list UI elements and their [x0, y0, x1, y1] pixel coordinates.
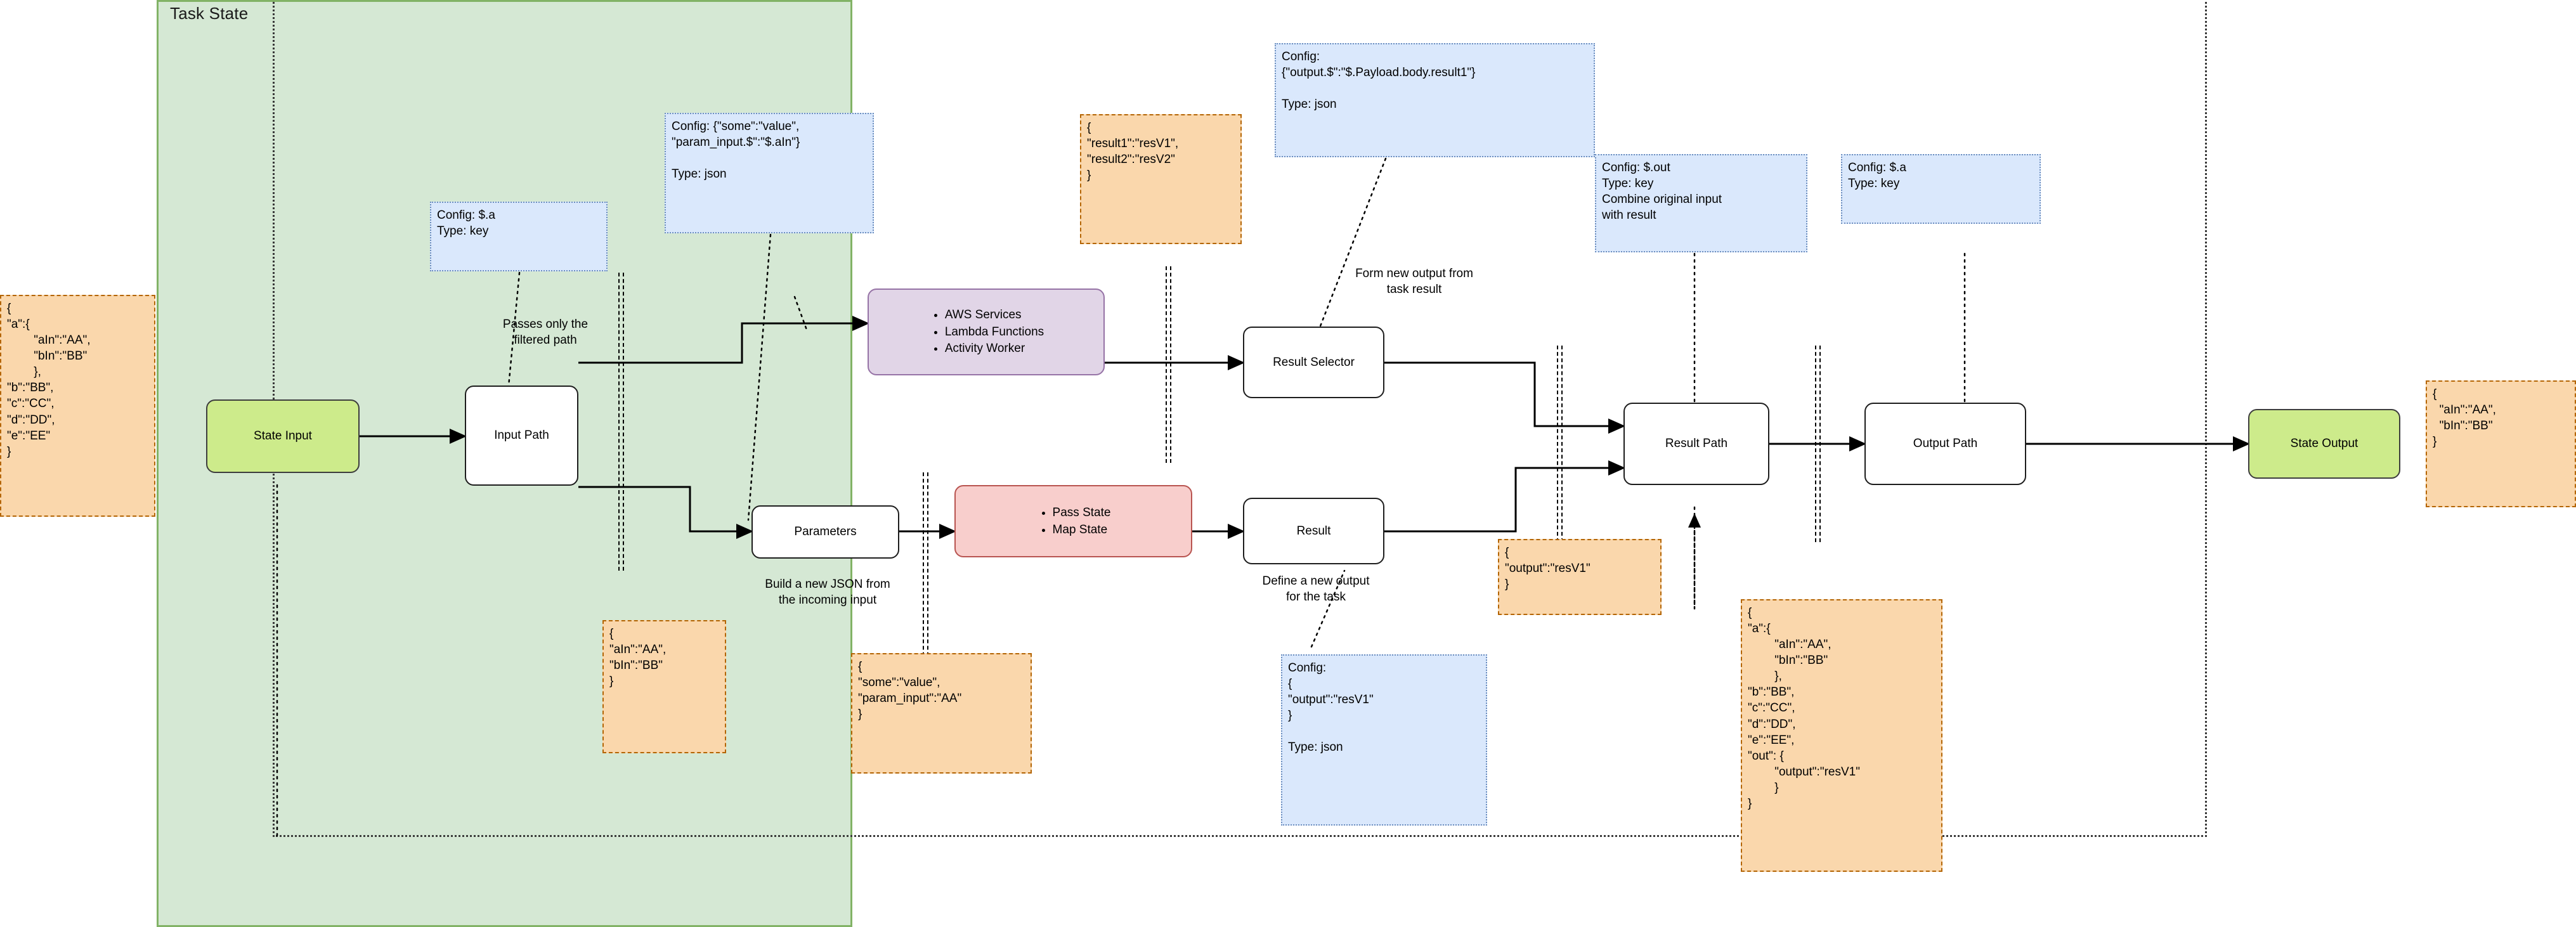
state-output-node[interactable]: State Output	[2248, 409, 2400, 479]
task-result-data-note: { "result1":"resV1", "result2":"resV2" }	[1080, 114, 1242, 244]
result-selector-config-note: Config: {"output.$":"$.Payload.body.resu…	[1275, 43, 1595, 157]
stage-separator-3	[1166, 266, 1171, 463]
pass-map-list: Pass State Map State	[1036, 503, 1111, 540]
result-config-note: Config: { "output":"resV1" } Type: json	[1281, 654, 1487, 826]
input-path-node[interactable]: Input Path	[465, 386, 578, 486]
pass-map-states-node[interactable]: Pass State Map State	[954, 485, 1192, 557]
task-resources-list: AWS Services Lambda Functions Activity W…	[928, 306, 1044, 358]
result-path-label: Result Path	[1665, 437, 1728, 451]
passes-filtered-path-label: Passes only the filtered path	[502, 318, 589, 347]
stage-separator-5	[1815, 346, 1821, 542]
diagram-canvas: Task State State Input Input Path Parame…	[0, 0, 2576, 927]
pass-map-item: Map State	[1053, 522, 1111, 538]
state-output-data-note: { "aIn":"AA", "bIn":"BB" }	[2426, 380, 2576, 507]
result-selector-label: Result Selector	[1273, 355, 1355, 369]
task-resource-item: Activity Worker	[945, 341, 1044, 356]
input-path-config-note: Config: $.a Type: key	[430, 202, 608, 271]
result-node[interactable]: Result	[1243, 498, 1384, 564]
task-resource-item: AWS Services	[945, 308, 1044, 323]
result-path-node[interactable]: Result Path	[1623, 403, 1769, 485]
result-selector-node[interactable]: Result Selector	[1243, 327, 1384, 398]
output-path-config-note: Config: $.a Type: key	[1841, 154, 2041, 224]
state-input-data-note: { "a":{ "aIn":"AA", "bIn":"BB" }, "b":"B…	[0, 295, 155, 517]
input-path-label: Input Path	[494, 429, 549, 443]
state-output-label: State Output	[2290, 437, 2358, 451]
parameters-config-note: Config: {"some":"value", "param_input.$"…	[665, 113, 874, 233]
parameters-node[interactable]: Parameters	[751, 505, 899, 559]
after-result-path-data-note: { "a":{ "aIn":"AA", "bIn":"BB" }, "b":"B…	[1741, 599, 1942, 872]
after-parameters-data-note: { "some":"value", "param_input":"AA" }	[851, 653, 1032, 774]
after-result-selector-data-note: { "output":"resV1" }	[1498, 539, 1662, 615]
state-input-node[interactable]: State Input	[206, 399, 360, 473]
after-input-path-data-note: { "aIn":"AA", "bIn":"BB" }	[602, 620, 726, 753]
form-new-output-label: Form new output from task result	[1355, 267, 1473, 296]
task-resources-node[interactable]: AWS Services Lambda Functions Activity W…	[868, 288, 1105, 375]
parameters-label: Parameters	[794, 525, 857, 539]
task-resource-item: Lambda Functions	[945, 325, 1044, 340]
pass-map-item: Pass State	[1053, 505, 1111, 521]
state-input-label: State Input	[254, 429, 312, 443]
output-path-label: Output Path	[1913, 437, 1978, 451]
define-new-output-label: Define a new output for the task	[1262, 574, 1370, 604]
result-path-config-note: Config: $.out Type: key Combine original…	[1595, 154, 1807, 252]
output-path-node[interactable]: Output Path	[1864, 403, 2026, 485]
stage-separator-2	[923, 472, 928, 669]
stage-separator-4	[1557, 346, 1563, 542]
result-label: Result	[1296, 524, 1331, 538]
build-new-json-label: Build a new JSON from the incoming input	[765, 578, 890, 607]
